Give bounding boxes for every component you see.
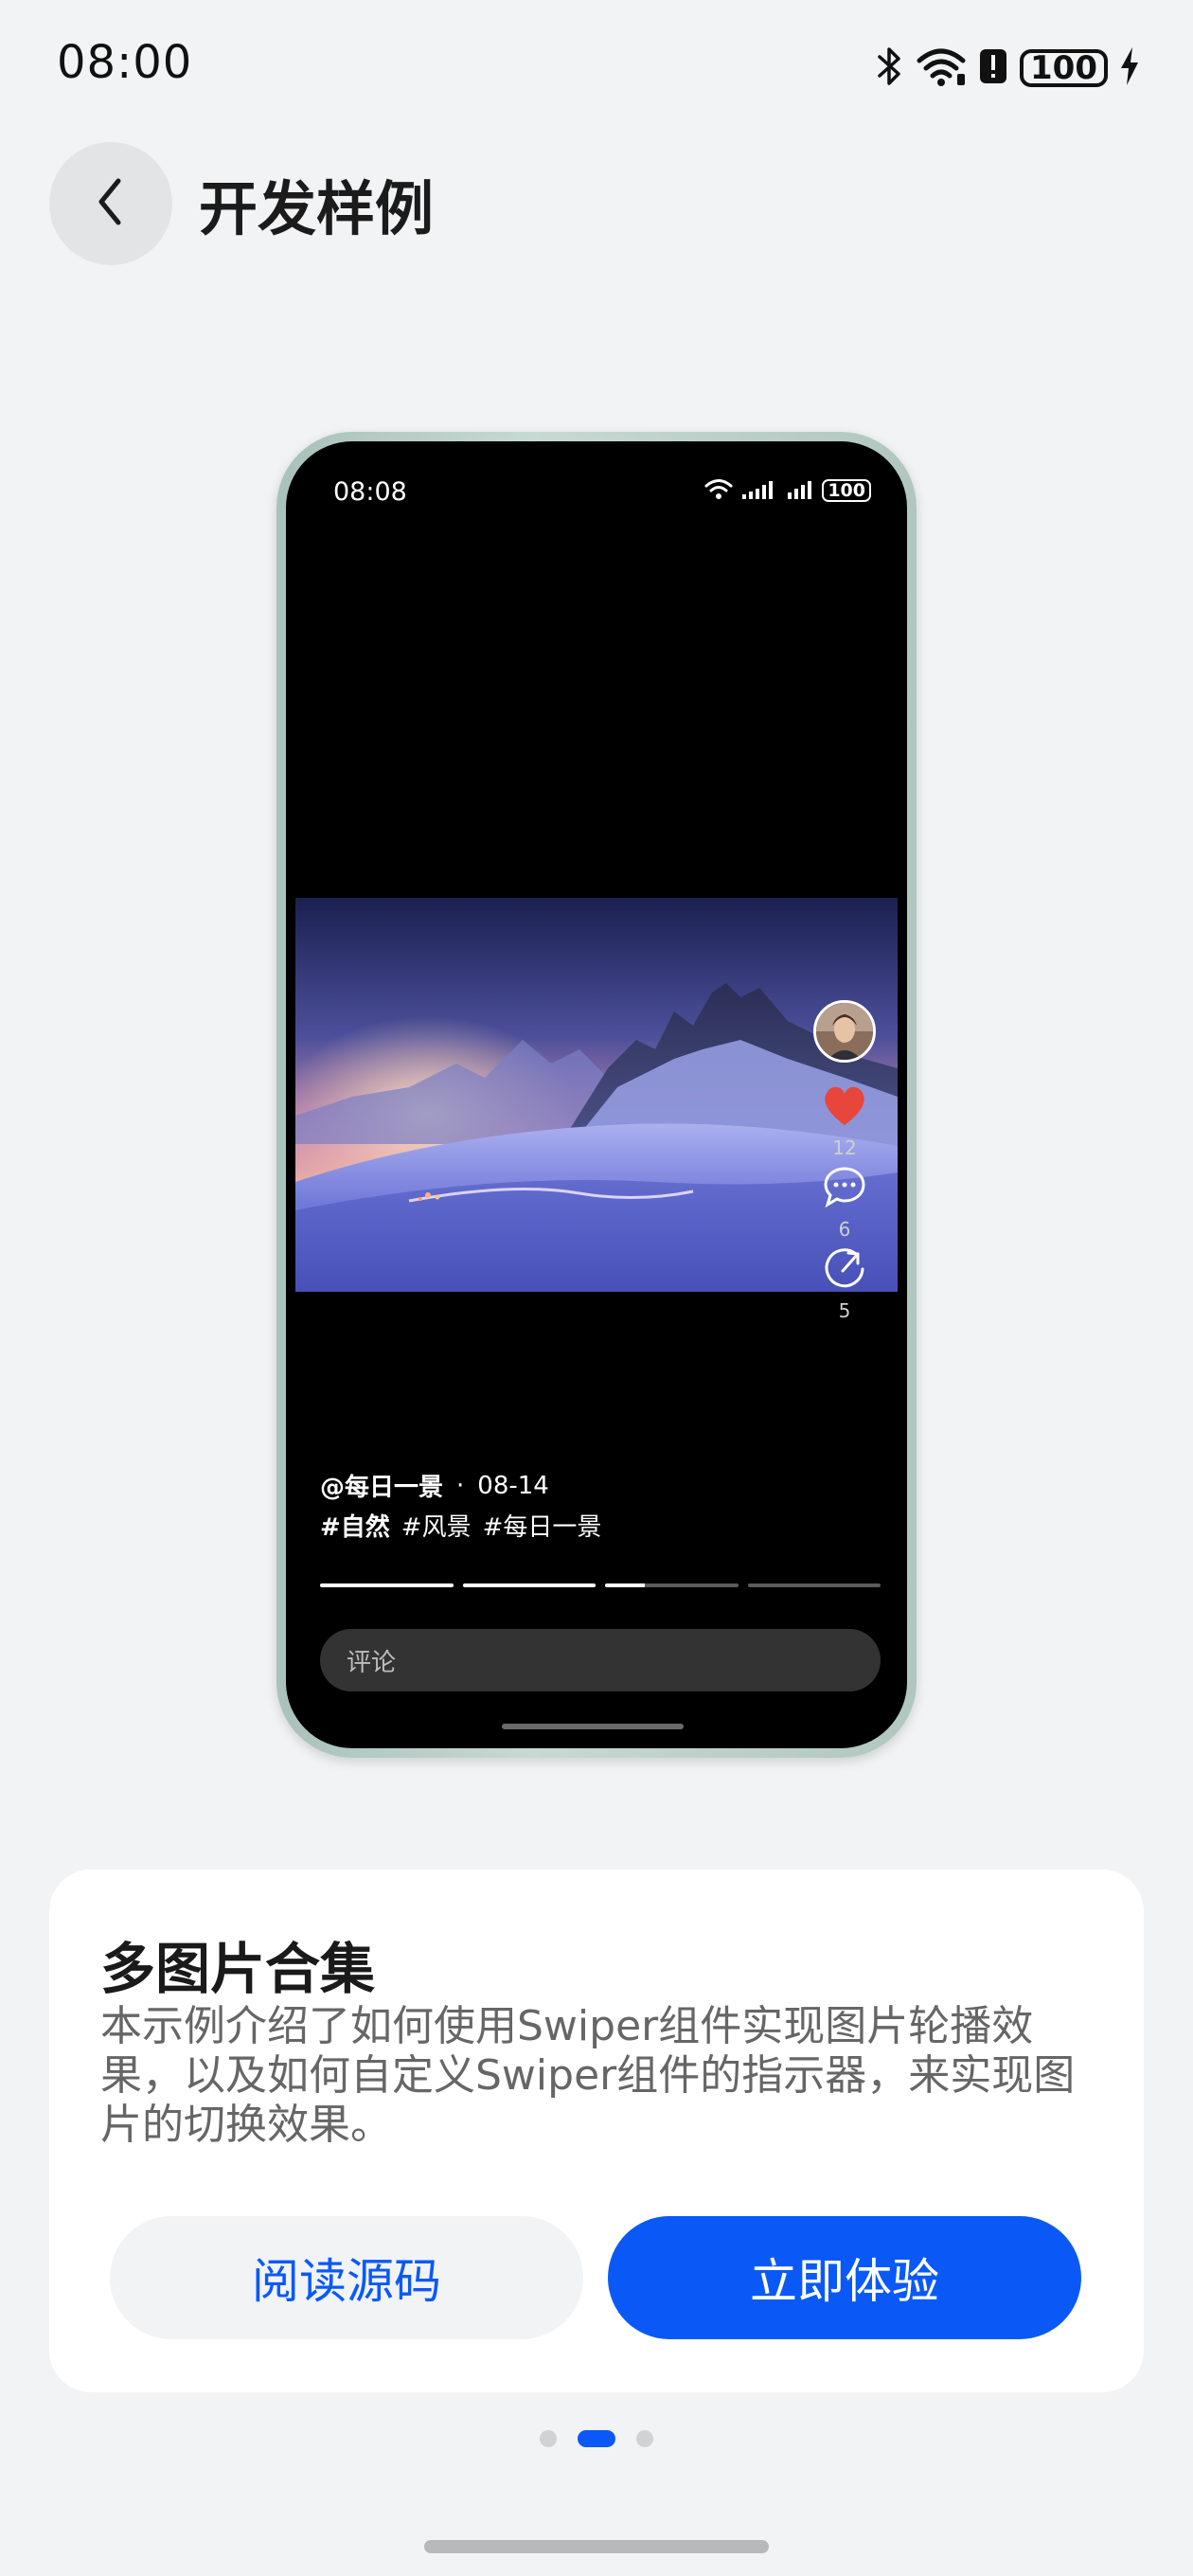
progress-segment [605,1583,739,1587]
read-source-button[interactable]: 阅读源码 [110,2216,583,2339]
charging-icon [1119,45,1140,91]
comment-icon[interactable] [822,1165,867,1212]
like-count: 12 [832,1136,857,1159]
status-time: 08:00 [57,36,193,89]
back-button[interactable] [49,142,172,265]
signal-icon [740,477,778,504]
comment-input[interactable]: 评论 [320,1629,881,1691]
card-title: 多图片合集 [100,1937,376,2001]
meta-separator: · [456,1471,465,1500]
try-now-button[interactable]: 立即体验 [608,2216,1081,2339]
post-meta: @每日一景 · 08-14 [320,1468,549,1503]
preview-status-icons: 100 [704,477,871,504]
swiper-progress [320,1583,881,1587]
post-tag[interactable]: #风景 [401,1508,472,1543]
page-indicator [0,2430,1193,2447]
wifi-icon [704,477,733,504]
battery-icon: 100 [822,479,871,502]
side-actions: 12 6 5 [807,1000,882,1322]
page-dot[interactable] [636,2430,653,2447]
alert-icon [978,45,1008,91]
page-title: 开发样例 [199,174,435,243]
page-dot-active[interactable] [578,2430,615,2447]
bluetooth-icon [876,45,904,91]
progress-segment [320,1583,454,1587]
comment-count: 6 [838,1218,851,1241]
card-description: 本示例介绍了如何使用Swiper组件实现图片轮播效果，以及如何自定义Swiper… [100,2002,1076,2149]
heart-icon[interactable] [821,1083,868,1131]
progress-segment [747,1583,881,1587]
progress-fill [605,1583,646,1587]
home-indicator[interactable] [424,2540,769,2553]
progress-fill [320,1583,454,1587]
post-date: 08-14 [477,1471,549,1500]
status-icons: 100 [876,42,1140,95]
post-tag[interactable]: #自然 [320,1508,390,1543]
progress-fill [462,1583,596,1587]
chevron-left-icon [92,173,130,234]
post-tag[interactable]: #每日一景 [483,1508,602,1543]
preview-home-indicator [502,1724,684,1729]
battery-icon: 100 [1020,49,1108,87]
share-icon[interactable] [822,1246,867,1294]
page-dot[interactable] [540,2430,557,2447]
progress-segment [462,1583,596,1587]
wifi-icon [916,45,967,91]
phone-screen: 08:08 100 12 6 5 @每日一景 · 08-14 #自然 #风景 #… [286,441,907,1748]
post-author[interactable]: @每日一景 [320,1468,443,1503]
preview-time: 08:08 [333,477,407,507]
signal-icon [786,477,814,504]
post-tags: #自然 #风景 #每日一景 [320,1508,601,1543]
avatar[interactable] [813,1000,876,1063]
info-card: 多图片合集 本示例介绍了如何使用Swiper组件实现图片轮播效果，以及如何自定义… [49,1869,1144,2392]
phone-preview: 08:08 100 12 6 5 @每日一景 · 08-14 #自然 #风景 #… [276,432,917,1758]
share-count: 5 [838,1299,851,1322]
